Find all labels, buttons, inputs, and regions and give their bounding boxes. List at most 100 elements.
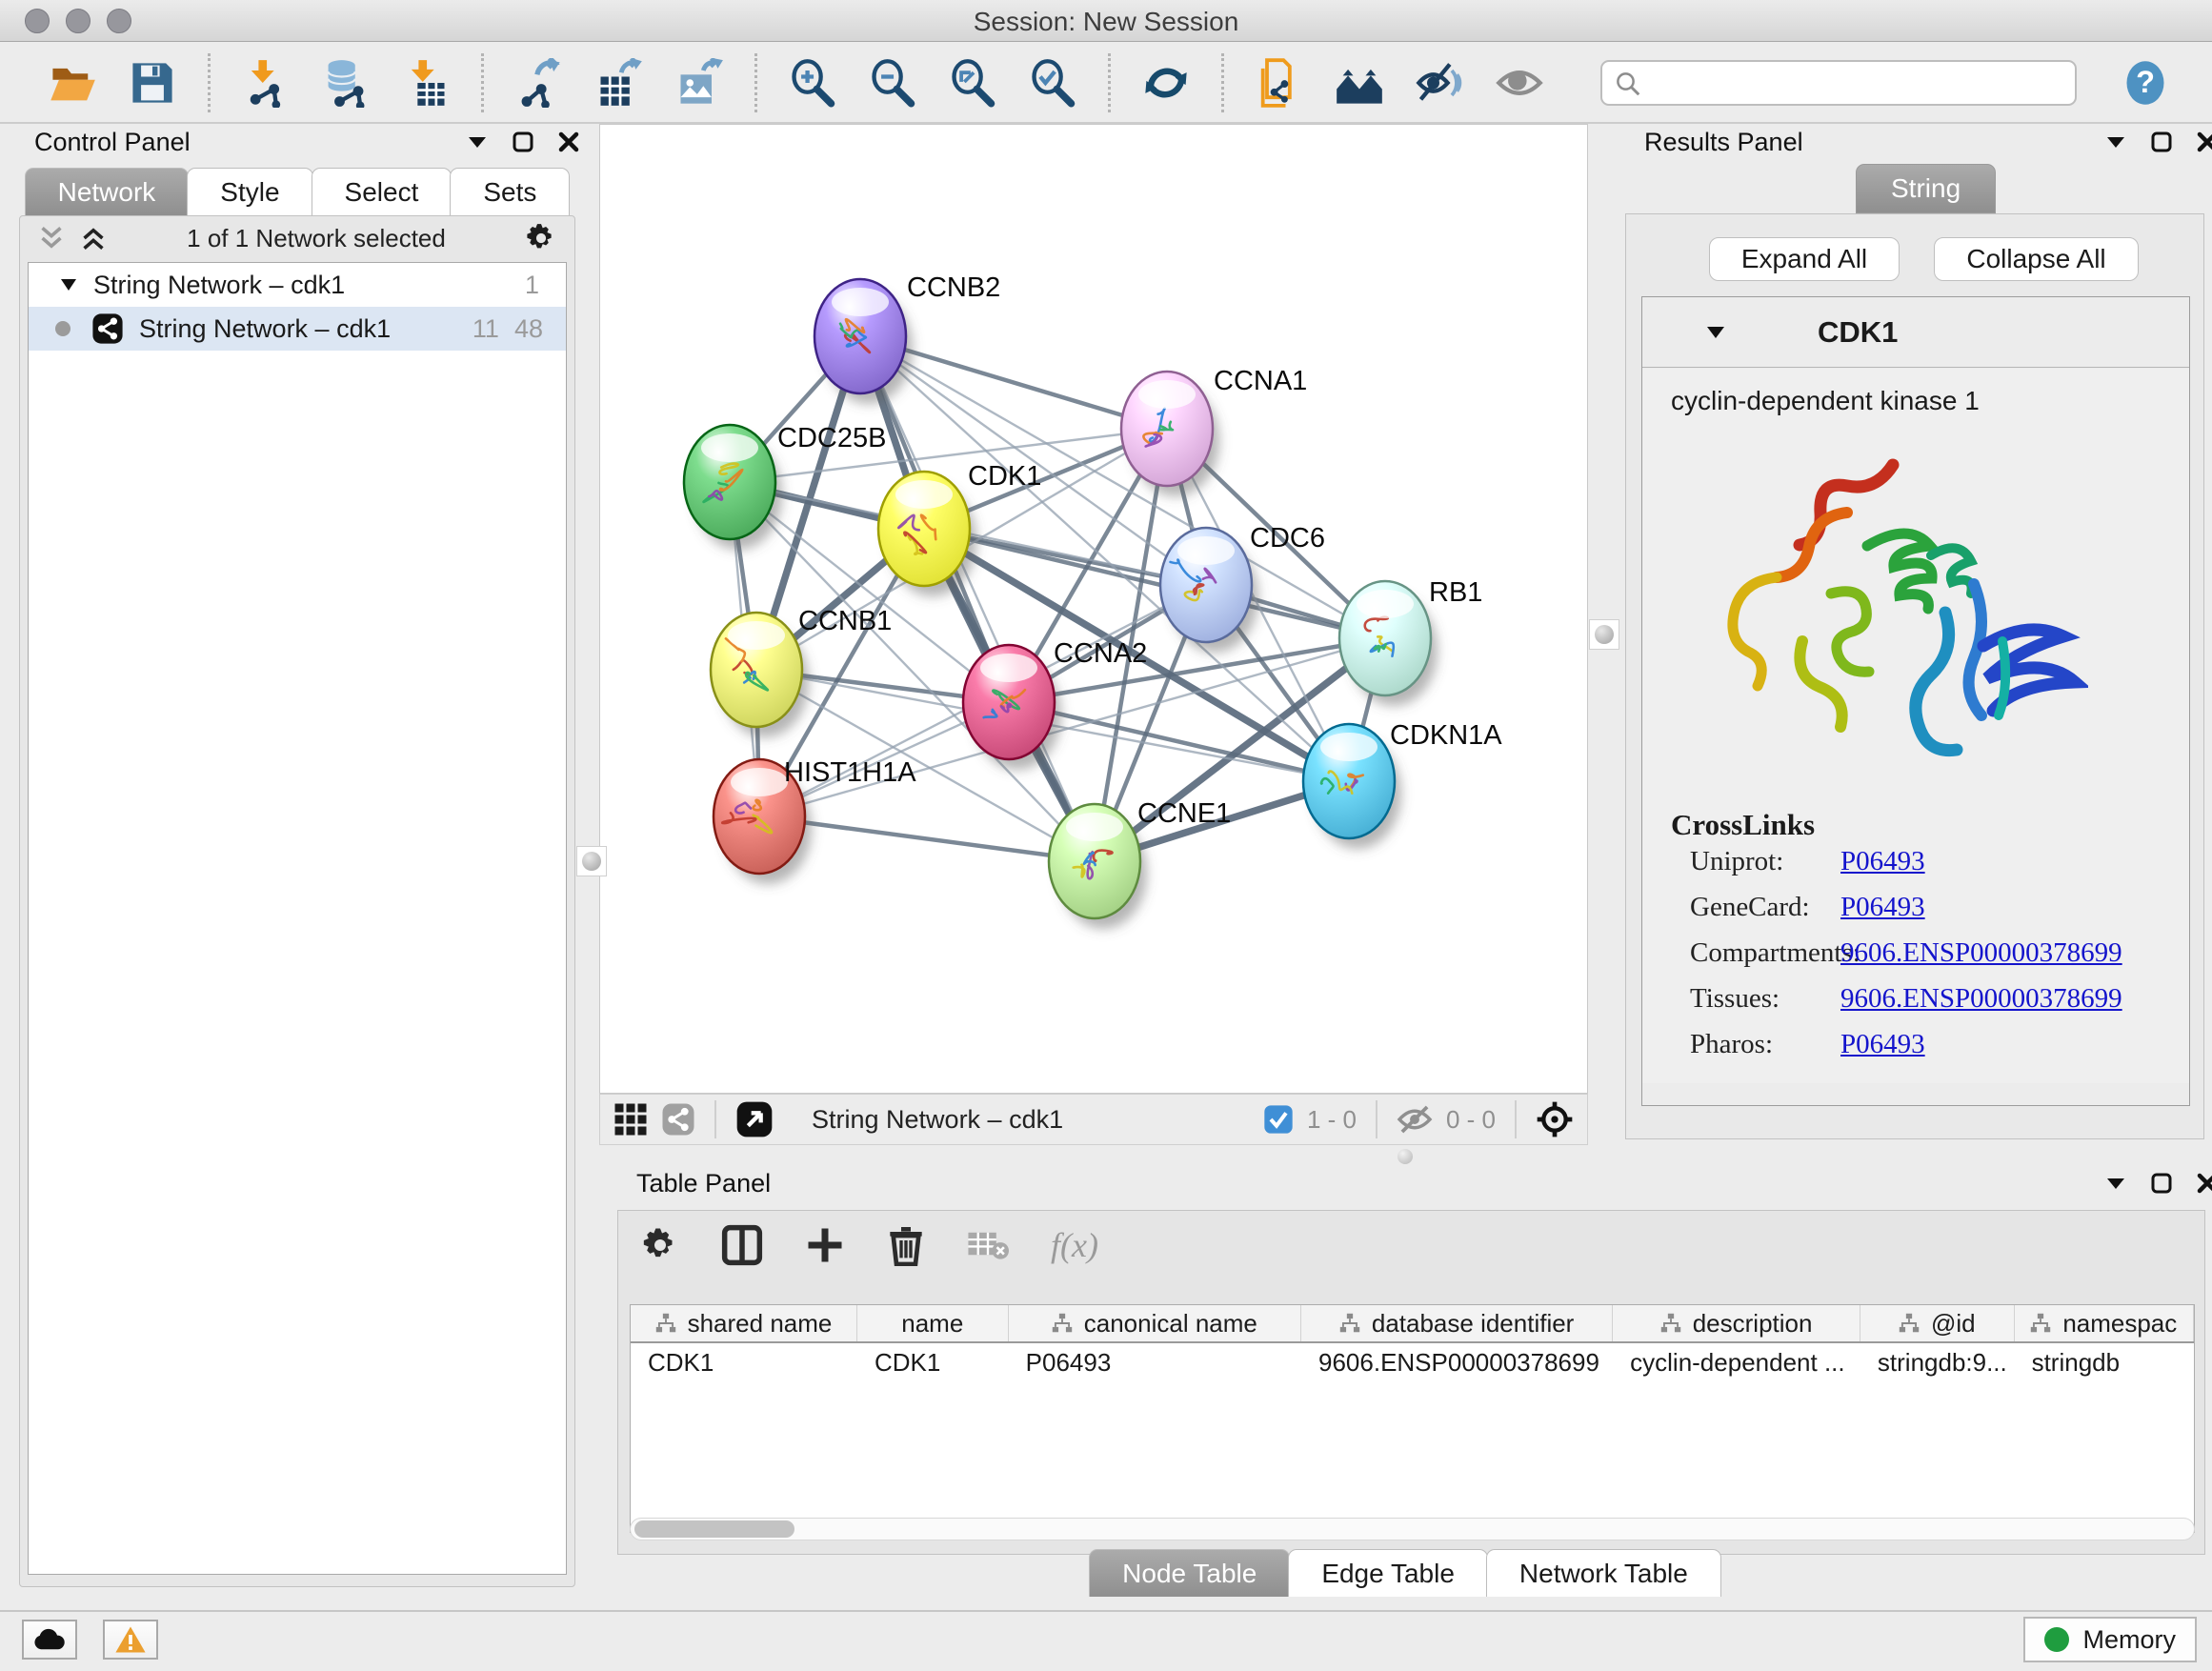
function-builder-icon[interactable]: f(x) xyxy=(1051,1225,1098,1265)
help-icon[interactable]: ? xyxy=(2118,55,2173,111)
export-table-icon[interactable] xyxy=(592,55,647,111)
delete-table-icon[interactable] xyxy=(967,1228,1009,1262)
cloud-status-button[interactable] xyxy=(22,1620,77,1660)
tab-style[interactable]: Style xyxy=(187,168,312,215)
crosslink-link[interactable]: P06493 xyxy=(1840,846,1925,877)
duplicate-network-icon[interactable] xyxy=(1252,55,1307,111)
selected-checkbox-icon[interactable] xyxy=(1263,1104,1294,1135)
crosslink-label: GeneCard: xyxy=(1690,892,1840,923)
panel-menu-icon[interactable] xyxy=(467,134,488,150)
column-header-database-identifier[interactable]: database identifier xyxy=(1301,1305,1613,1341)
crosslink-link[interactable]: P06493 xyxy=(1840,1029,1925,1060)
detach-view-icon[interactable] xyxy=(735,1100,774,1138)
crosslink-link[interactable]: 9606.ENSP00000378699 xyxy=(1840,937,2122,969)
zoom-selected-icon[interactable] xyxy=(1025,55,1080,111)
tab-node-table[interactable]: Node Table xyxy=(1089,1549,1290,1597)
network-collection-row[interactable]: String Network – cdk1 1 xyxy=(29,263,566,307)
table-cell[interactable]: CDK1 xyxy=(857,1343,1009,1381)
table-cell[interactable]: CDK1 xyxy=(631,1343,857,1381)
table-cell[interactable]: P06493 xyxy=(1009,1343,1301,1381)
zoom-in-icon[interactable] xyxy=(785,55,840,111)
left-splitter-handle[interactable] xyxy=(576,846,607,876)
right-splitter-handle[interactable] xyxy=(1589,619,1619,650)
memory-button[interactable]: Memory xyxy=(2023,1617,2197,1662)
import-table-icon[interactable] xyxy=(398,55,453,111)
tab-network-table[interactable]: Network Table xyxy=(1486,1549,1721,1597)
crosslink-label: Uniprot: xyxy=(1690,846,1840,877)
expand-all-networks-icon[interactable] xyxy=(79,226,108,251)
network-canvas[interactable]: CCNB2CCNA1CDC25BCDK1CDC6RB1CCNB1CCNA2CDK… xyxy=(599,124,1588,1094)
panel-menu-icon[interactable] xyxy=(2105,1176,2126,1191)
float-panel-icon[interactable] xyxy=(2151,131,2172,152)
export-image-icon[interactable] xyxy=(672,55,727,111)
graph-node-label-CDC25B: CDC25B xyxy=(777,423,886,453)
table-panel-controls xyxy=(2105,1173,2212,1194)
network-graph[interactable]: CCNB2CCNA1CDC25BCDK1CDC6RB1CCNB1CCNA2CDK… xyxy=(600,125,1587,1093)
show-columns-icon[interactable] xyxy=(721,1224,763,1266)
zoom-out-icon[interactable] xyxy=(865,55,920,111)
export-network-icon[interactable] xyxy=(512,55,567,111)
column-header-shared-name[interactable]: shared name xyxy=(631,1305,857,1341)
float-panel-icon[interactable] xyxy=(2151,1173,2172,1194)
panel-menu-icon[interactable] xyxy=(2105,134,2126,150)
control-panel-tabs: NetworkStyleSelectSets xyxy=(8,168,587,215)
network-row[interactable]: String Network – cdk1 11 48 xyxy=(29,307,566,351)
close-panel-icon[interactable] xyxy=(558,131,579,152)
expand-all-button[interactable]: Expand All xyxy=(1709,237,1900,281)
first-neighbors-icon[interactable] xyxy=(1332,55,1387,111)
delete-column-icon[interactable] xyxy=(887,1224,925,1266)
search-input[interactable] xyxy=(1600,60,2077,106)
table-cell[interactable]: cyclin-dependent ... xyxy=(1613,1343,1860,1381)
network-view-icon[interactable] xyxy=(661,1102,695,1137)
protein-expander-icon[interactable] xyxy=(1705,325,1726,340)
birds-eye-view-icon[interactable] xyxy=(1536,1100,1574,1138)
collection-expander-icon[interactable] xyxy=(59,277,78,292)
results-panel: Results Panel String Expand All Collapse… xyxy=(1614,128,2212,1153)
table-options-gear-icon[interactable] xyxy=(641,1226,679,1264)
crosslink-link[interactable]: P06493 xyxy=(1840,892,1925,923)
column-header-namespac[interactable]: namespac xyxy=(2015,1305,2194,1341)
crosslink-link[interactable]: 9606.ENSP00000378699 xyxy=(1840,983,2122,1015)
table-row[interactable]: CDK1CDK1P064939606.ENSP00000378699cyclin… xyxy=(631,1343,2194,1381)
protein-card-header[interactable]: CDK1 xyxy=(1642,297,2189,368)
tab-string[interactable]: String xyxy=(1856,164,1996,213)
bottom-splitter-handle[interactable] xyxy=(1398,1149,1413,1164)
save-session-icon[interactable] xyxy=(125,55,180,111)
table-cell[interactable]: stringdb xyxy=(2015,1343,2194,1381)
open-session-icon[interactable] xyxy=(45,55,100,111)
network-options-gear-icon[interactable] xyxy=(525,222,557,254)
table-cell[interactable]: stringdb:9... xyxy=(1860,1343,2015,1381)
crosslink-row: Compartments:9606.ENSP00000378699 xyxy=(1690,937,2189,969)
hide-selection-icon[interactable] xyxy=(1412,55,1467,111)
column-header-@id[interactable]: @id xyxy=(1860,1305,2015,1341)
tab-network[interactable]: Network xyxy=(25,168,190,215)
column-header-description[interactable]: description xyxy=(1613,1305,1860,1341)
float-panel-icon[interactable] xyxy=(513,131,533,152)
graph-node-label-CCNA2: CCNA2 xyxy=(1054,638,1147,669)
close-panel-icon[interactable] xyxy=(2197,1173,2212,1194)
table-cell[interactable]: 9606.ENSP00000378699 xyxy=(1301,1343,1613,1381)
tab-sets[interactable]: Sets xyxy=(450,168,570,215)
collapse-all-networks-icon[interactable] xyxy=(37,226,66,251)
collapse-all-button[interactable]: Collapse All xyxy=(1934,237,2139,281)
close-panel-icon[interactable] xyxy=(2197,131,2212,152)
network-view-title: String Network – cdk1 xyxy=(812,1105,1250,1135)
create-column-icon[interactable] xyxy=(805,1225,845,1265)
results-panel-controls xyxy=(2105,131,2212,152)
show-all-icon[interactable] xyxy=(1492,55,1547,111)
zoom-fit-icon[interactable] xyxy=(945,55,1000,111)
import-network-icon[interactable] xyxy=(238,55,293,111)
import-network-from-database-icon[interactable] xyxy=(318,55,373,111)
footer-separator xyxy=(1515,1100,1517,1138)
tab-select[interactable]: Select xyxy=(312,168,452,215)
column-header-name[interactable]: name xyxy=(857,1305,1009,1341)
collection-label: String Network – cdk1 xyxy=(93,271,345,300)
tab-edge-table[interactable]: Edge Table xyxy=(1288,1549,1488,1597)
warnings-button[interactable] xyxy=(103,1620,158,1660)
window-title: Session: New Session xyxy=(0,7,2212,37)
scrollbar-thumb[interactable] xyxy=(634,1520,794,1538)
grid-view-icon[interactable] xyxy=(613,1102,648,1137)
apply-layout-icon[interactable] xyxy=(1138,55,1194,111)
column-header-canonical-name[interactable]: canonical name xyxy=(1009,1305,1301,1341)
crosslinks-title: CrossLinks xyxy=(1671,808,2189,842)
